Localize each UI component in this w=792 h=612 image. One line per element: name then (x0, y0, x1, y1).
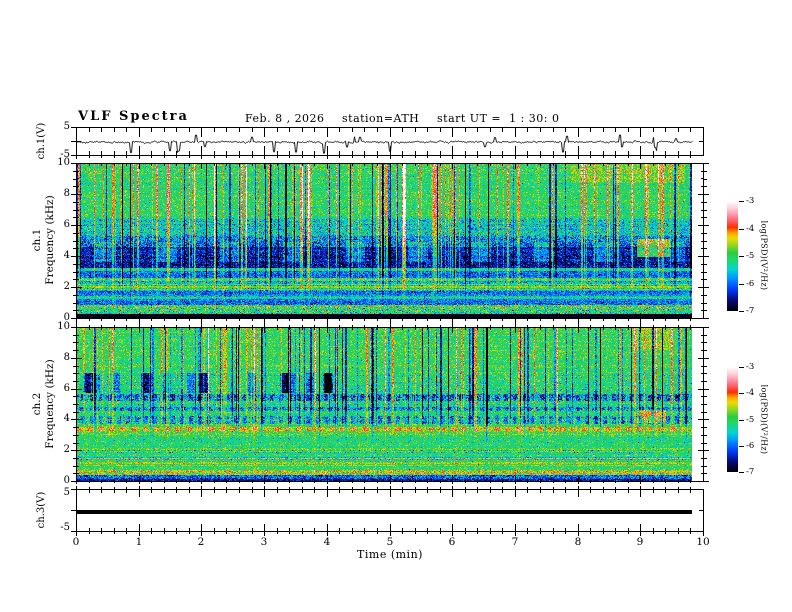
ch1-spectrogram-canvas (76, 163, 704, 319)
colorbar-ch2 (727, 367, 738, 472)
ch3-waveform-canvas (76, 489, 704, 532)
colorbar-tick (739, 311, 744, 312)
vlf-spectra-figure: VLF Spectra Feb. 8 , 2026 station=ATH st… (0, 0, 792, 612)
colorbar-tick (739, 284, 744, 285)
colorbar-tick (739, 420, 744, 421)
colorbar-tick (739, 229, 744, 230)
colorbar-tick (739, 256, 744, 257)
colorbar-tick (739, 472, 744, 473)
ch2-spectrogram-canvas (76, 327, 704, 482)
colorbar-tick (739, 446, 744, 447)
ch1-waveform-canvas (76, 127, 704, 156)
colorbar-tick (739, 201, 744, 202)
colorbar-tick (739, 393, 744, 394)
colorbar-tick (739, 367, 744, 368)
colorbar-ch2-title: log(PSD)(V²/Hz) (759, 384, 769, 455)
colorbar-ch1 (727, 201, 738, 311)
colorbar-ch1-title: log(PSD)(V²/Hz) (759, 220, 769, 291)
